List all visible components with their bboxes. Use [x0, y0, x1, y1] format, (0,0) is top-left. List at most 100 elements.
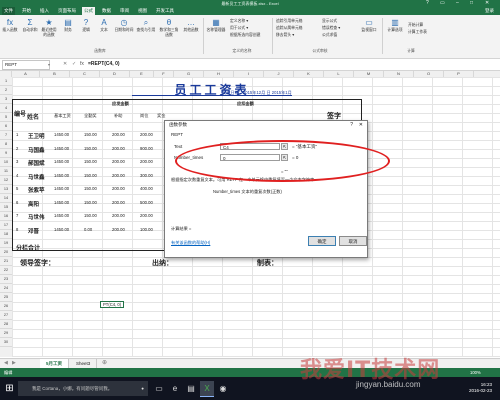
row-header[interactable]: 21 — [0, 257, 12, 266]
create-from-selection-button[interactable]: 根据所选内容创建 — [230, 33, 260, 38]
more-functions-button[interactable]: … 其他函数 — [182, 18, 200, 33]
employee-c-cell[interactable]: 500.00 — [140, 200, 153, 205]
employee-a-cell[interactable]: 150.00 — [84, 173, 97, 178]
microphone-icon[interactable]: ● — [141, 381, 144, 396]
remove-arrows-button[interactable]: 移去箭头 ▾ — [276, 33, 294, 38]
row-header[interactable]: 16 — [0, 212, 12, 221]
insert-function-icon[interactable]: fx — [80, 59, 84, 70]
show-formulas-button[interactable]: 显示公式 — [322, 19, 337, 24]
employee-b-cell[interactable]: 200.00 — [112, 132, 125, 137]
error-checking-button[interactable]: 错误检查 ▾ — [322, 26, 340, 31]
employee-base-cell[interactable]: 1450.00 — [54, 186, 69, 191]
employee-c-cell[interactable]: 200.00 — [140, 132, 153, 137]
employee-name-cell[interactable]: 王卫明 — [28, 132, 45, 140]
employee-a-cell[interactable]: 150.00 — [84, 146, 97, 151]
row-header[interactable]: 5 — [0, 113, 12, 122]
use-in-formula-button[interactable]: 用于公式 ▾ — [230, 26, 248, 31]
row-header[interactable]: 26 — [0, 302, 12, 311]
trace-dependents-button[interactable]: 追踪从属单元格 — [276, 26, 303, 31]
employee-no-cell[interactable]: 6 — [16, 200, 18, 205]
file-explorer-icon[interactable]: ▤ — [184, 381, 198, 396]
row-header[interactable]: 4 — [0, 104, 12, 113]
employee-c-cell[interactable]: 200.00 — [140, 159, 153, 164]
logical-button[interactable]: ? 逻辑 — [78, 18, 94, 33]
employee-b-cell[interactable]: 200.00 — [112, 173, 125, 178]
math-trig-button[interactable]: θ 数学和三角函数 — [158, 18, 180, 37]
enter-icon[interactable]: ✓ — [72, 59, 76, 70]
row-header[interactable]: 10 — [0, 158, 12, 167]
minimize-icon[interactable]: – — [456, 0, 459, 7]
text-button[interactable]: A 文本 — [96, 18, 112, 33]
tab-view[interactable]: 视图 — [136, 7, 149, 15]
name-box-dropdown-icon[interactable]: ▾ — [48, 59, 50, 70]
calculate-now-button[interactable]: 开始计算 — [408, 23, 423, 28]
help-icon[interactable]: ? — [350, 121, 353, 129]
row-header[interactable]: 2 — [0, 86, 12, 95]
name-box[interactable]: REPT — [2, 60, 50, 70]
row-header[interactable]: 8 — [0, 140, 12, 149]
ok-button[interactable]: 确定 — [308, 236, 336, 246]
employee-no-cell[interactable]: 4 — [16, 173, 18, 178]
row-header[interactable]: 23 — [0, 275, 12, 284]
employee-b-cell[interactable]: 200.00 — [112, 159, 125, 164]
row-header[interactable]: 27 — [0, 311, 12, 320]
windows-start-icon[interactable]: ⊞ — [4, 383, 15, 394]
employee-name-cell[interactable]: 郝国斌 — [28, 159, 45, 167]
row-header[interactable]: 9 — [0, 149, 12, 158]
cortana-search-box[interactable]: 我是 Cortana，小娜。有问题尽管问我。 ● — [18, 381, 148, 396]
employee-no-cell[interactable]: 1 — [16, 132, 18, 137]
system-clock[interactable]: 16:23 2016-02-23 — [469, 382, 492, 394]
row-header[interactable]: 28 — [0, 320, 12, 329]
employee-name-cell[interactable]: 马世鑫 — [28, 173, 45, 181]
autosum-button[interactable]: Σ 自动求和 — [22, 18, 38, 33]
employee-base-cell[interactable]: 1450.00 — [54, 159, 69, 164]
employee-name-cell[interactable]: 邓晋 — [28, 227, 39, 235]
sheet-tab-sheet3[interactable]: Sheet3 — [70, 359, 98, 368]
zoom-level[interactable]: 100% — [470, 368, 481, 377]
edge-icon[interactable]: e — [168, 381, 182, 396]
calculation-options-button[interactable]: ▥ 计算选项 — [386, 18, 404, 33]
row-header[interactable]: 29 — [0, 329, 12, 338]
evaluate-formula-button[interactable]: 公式求值 — [322, 33, 337, 38]
employee-no-cell[interactable]: 8 — [16, 227, 18, 232]
row-header[interactable]: 17 — [0, 221, 12, 230]
tab-formulas[interactable]: 公式 — [82, 7, 95, 15]
row-header[interactable]: 11 — [0, 167, 12, 176]
row-header[interactable]: 24 — [0, 284, 12, 293]
employee-no-cell[interactable]: 7 — [16, 213, 18, 218]
employee-a-cell[interactable]: 150.00 — [84, 132, 97, 137]
help-icon[interactable]: ? — [426, 0, 429, 7]
employee-name-cell[interactable]: 马国鑫 — [28, 146, 45, 154]
row-header[interactable]: 6 — [0, 122, 12, 131]
employee-a-cell[interactable]: 150.00 — [84, 186, 97, 191]
row-header[interactable]: 19 — [0, 239, 12, 248]
watch-window-button[interactable]: ▭ 监视窗口 — [360, 18, 378, 33]
employee-c-cell[interactable]: 300.00 — [140, 173, 153, 178]
row-header[interactable]: 25 — [0, 293, 12, 302]
row-header[interactable]: 20 — [0, 248, 12, 257]
row-header[interactable]: 1 — [0, 77, 12, 86]
employee-c-cell[interactable]: 200.00 — [140, 213, 153, 218]
employee-name-cell[interactable]: 张紫苹 — [28, 186, 45, 194]
employee-a-cell[interactable]: 0.00 — [84, 227, 92, 232]
cancel-icon[interactable]: ✕ — [63, 59, 67, 70]
sign-in-link[interactable]: 登录 — [485, 7, 494, 15]
employee-name-cell[interactable]: 马世伟 — [28, 213, 45, 221]
employee-b-cell[interactable]: 200.00 — [112, 213, 125, 218]
close-icon[interactable]: ✕ — [359, 121, 363, 129]
employee-base-cell[interactable]: 1450.00 — [54, 213, 69, 218]
row-header[interactable]: 18 — [0, 230, 12, 239]
employee-b-cell[interactable]: 200.00 — [112, 200, 125, 205]
tab-insert[interactable]: 插入 — [38, 7, 51, 15]
excel-icon[interactable]: X — [200, 381, 214, 397]
calculate-sheet-button[interactable]: 计算工作表 — [408, 30, 427, 35]
define-name-button[interactable]: 定义名称 ▾ — [230, 19, 248, 24]
row-header[interactable]: 30 — [0, 338, 12, 347]
employee-no-cell[interactable]: 5 — [16, 186, 18, 191]
tab-review[interactable]: 审阅 — [118, 7, 131, 15]
ribbon-display-icon[interactable]: ▭ — [440, 0, 445, 7]
trace-precedents-button[interactable]: 追踪引用单元格 — [276, 19, 303, 24]
row-header[interactable]: 14 — [0, 194, 12, 203]
employee-b-cell[interactable]: 200.00 — [112, 227, 125, 232]
scroll-right-icon[interactable]: ▶ — [12, 359, 16, 368]
